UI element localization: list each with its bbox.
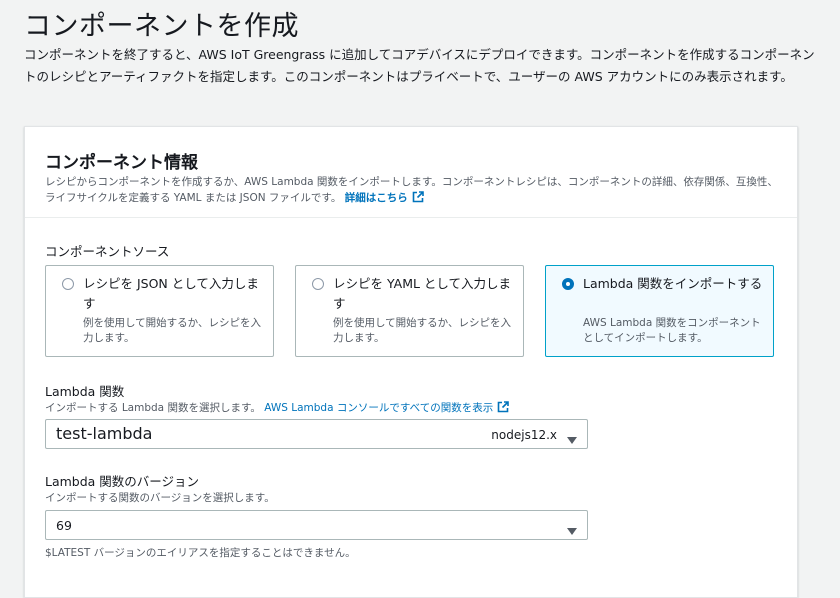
page-title: コンポーネントを作成 <box>24 11 299 42</box>
external-link-icon[interactable] <box>412 191 424 208</box>
source-option-lambda[interactable]: Lambda 関数をインポートする AWS Lambda 関数をコンポーネントと… <box>545 265 774 357</box>
lambda-version-select[interactable]: 69 <box>45 510 588 540</box>
lambda-function-select[interactable]: test-lambda nodejs12.x <box>45 419 588 449</box>
lambda-console-link[interactable]: AWS Lambda コンソールですべての関数を表示 <box>264 402 493 414</box>
component-source-label: コンポーネントソース <box>45 244 170 259</box>
source-option-description: AWS Lambda 関数をコンポーネントとしてインポートします。 <box>583 317 761 344</box>
panel-header: コンポーネント情報 レシピからコンポーネントを作成するか、AWS Lambda … <box>25 127 797 218</box>
lambda-function-label: Lambda 関数 <box>45 384 125 399</box>
page-description: コンポーネントを終了すると、AWS IoT Greengrass に追加してコア… <box>24 47 815 84</box>
source-option-description: 例を使用して開始するか、レシピを入力します。 <box>333 317 511 344</box>
source-option-title: Lambda 関数をインポートする <box>583 276 763 291</box>
panel-description: レシピからコンポーネントを作成するか、AWS Lambda 関数をインポートしま… <box>45 174 785 208</box>
caret-down-icon[interactable] <box>567 430 577 449</box>
radio-button[interactable] <box>62 278 74 290</box>
panel-title: コンポーネント情報 <box>45 153 198 173</box>
lambda-version-description: インポートする関数のバージョンを選択します。 <box>45 492 275 504</box>
lambda-function-description-text: インポートする Lambda 関数を選択します。 <box>45 402 261 414</box>
caret-down-icon[interactable] <box>567 521 577 540</box>
lambda-version-value: 69 <box>56 518 72 533</box>
source-option-title: レシピを YAML として入力します <box>333 276 512 311</box>
component-info-panel: コンポーネント情報 レシピからコンポーネントを作成するか、AWS Lambda … <box>24 126 798 598</box>
lambda-function-value: test-lambda <box>56 424 153 443</box>
source-option-json[interactable]: レシピを JSON として入力します 例を使用して開始するか、レシピを入力します… <box>45 265 274 357</box>
lambda-version-label: Lambda 関数のバージョン <box>45 474 200 489</box>
source-option-description: 例を使用して開始するか、レシピを入力します。 <box>83 317 261 344</box>
source-option-title: レシピを JSON として入力します <box>83 276 259 311</box>
lambda-runtime-tag: nodejs12.x <box>491 428 557 442</box>
external-link-icon[interactable] <box>497 401 510 416</box>
lambda-version-constraint: $LATEST バージョンのエイリアスを指定することはできません。 <box>45 547 356 559</box>
source-option-yaml[interactable]: レシピを YAML として入力します 例を使用して開始するか、レシピを入力します… <box>295 265 524 357</box>
radio-button-selected[interactable] <box>562 278 574 290</box>
radio-button[interactable] <box>312 278 324 290</box>
lambda-function-description: インポートする Lambda 関数を選択します。 AWS Lambda コンソー… <box>45 400 510 416</box>
learn-more-link[interactable]: 詳細はこちら <box>345 192 408 204</box>
